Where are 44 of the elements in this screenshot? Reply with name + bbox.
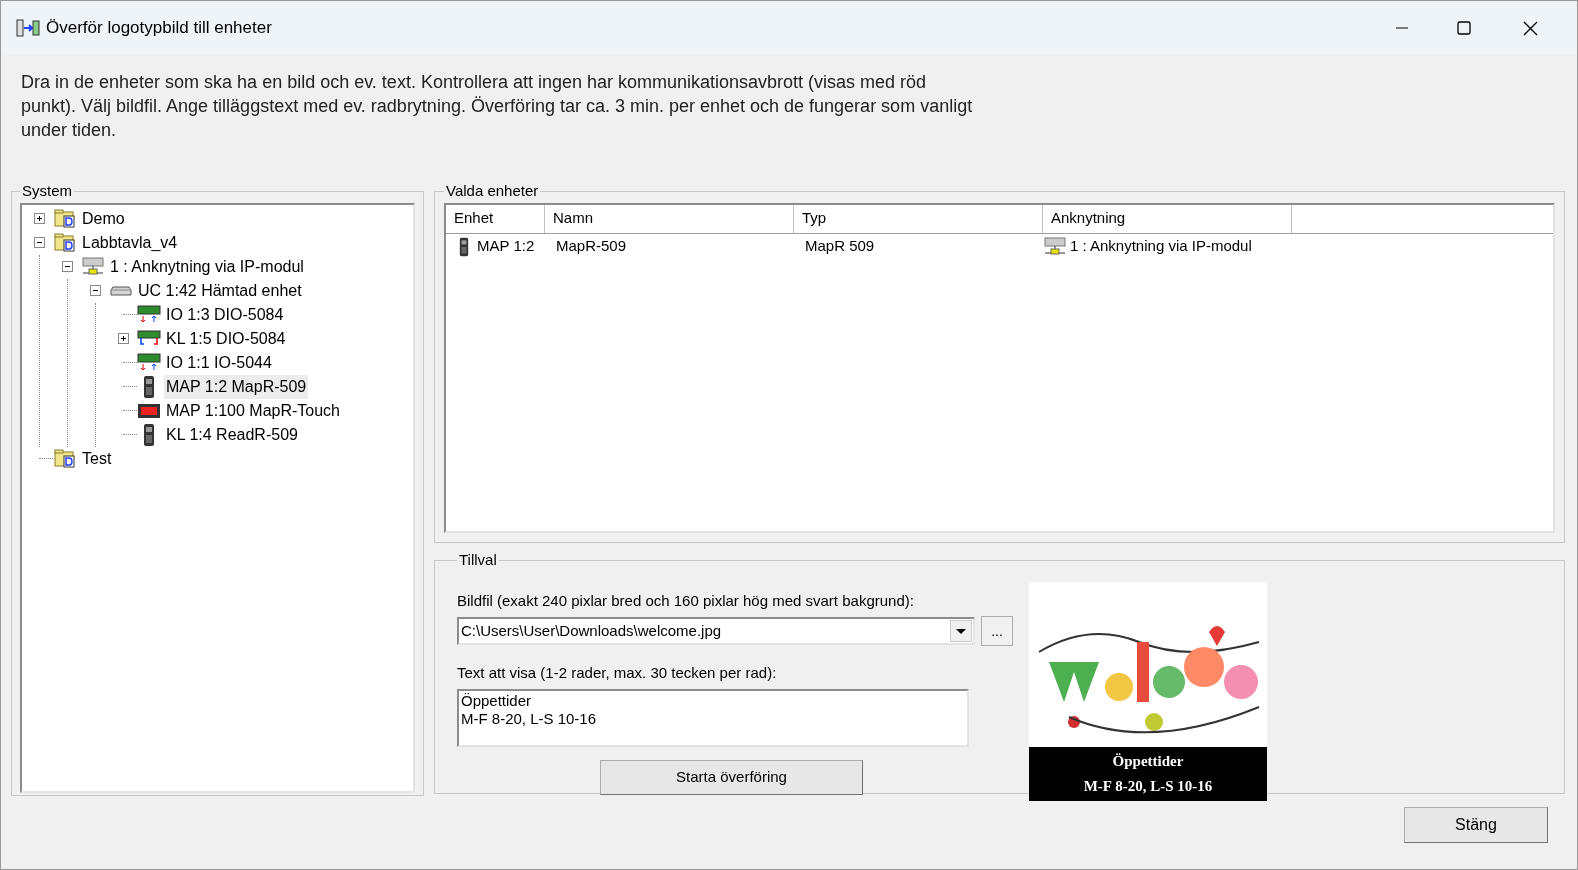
column-header[interactable]: Typ (794, 204, 1043, 233)
tree-item[interactable]: MAP 1:100 MapR-Touch (164, 398, 342, 423)
table-cell-text: 1 : Anknytning via IP-modul (1070, 236, 1252, 257)
caption-line: M-F 8-20, L-S 10-16 (1083, 776, 1213, 796)
group-title: Valda enheter (445, 181, 540, 201)
field-label: Text att visa (1-2 rader, max. 30 tecken per rad): (457, 663, 778, 683)
browse-button[interactable]: ... (981, 616, 1013, 646)
table-cell-text: MapR-509 (556, 236, 627, 257)
app-icon (16, 19, 40, 37)
tree-item[interactable]: 1 : Anknytning via IP-modul (108, 254, 306, 279)
column-header[interactable]: Namn (545, 204, 794, 233)
start-transfer-button[interactable]: Starta överföring (600, 759, 863, 795)
collapse-icon[interactable] (90, 285, 101, 296)
collapse-icon[interactable] (34, 237, 45, 248)
tree-item[interactable]: Demo (80, 206, 127, 231)
tree-item[interactable]: UC 1:42 Hämtad enhet (136, 278, 304, 303)
group-title: Tillval (458, 550, 498, 570)
tree-item[interactable]: Labbtavla_v4 (80, 230, 180, 255)
expand-icon[interactable] (34, 213, 45, 224)
file-dropdown[interactable]: C:\Users\User\Downloads\welcome.jpg (457, 617, 975, 645)
tree-item[interactable]: MAP 1:2 MapR-509 (164, 374, 309, 399)
tree-item[interactable]: KL 1:4 ReadR-509 (164, 422, 300, 447)
expand-icon[interactable] (118, 333, 129, 344)
column-header[interactable]: Enhet (446, 204, 545, 233)
close-button[interactable]: Stäng (1404, 807, 1548, 843)
maximize-icon[interactable] (1457, 21, 1471, 35)
tree-item[interactable]: KL 1:5 DIO-5084 (164, 326, 288, 351)
tree-item[interactable]: Test (80, 446, 114, 471)
caption-line: Öppettider (1112, 751, 1184, 771)
folder-icon (53, 446, 77, 471)
table-cell-text: MAP 1:2 (477, 236, 535, 257)
group-title: System (21, 181, 73, 201)
column-header[interactable]: Anknytning (1043, 204, 1292, 233)
field-label: Bildfil (exakt 240 pixlar bred och 160 pixlar hög med svart bakgrund): (457, 590, 915, 611)
tree-item[interactable]: IO 1:3 DIO-5084 (164, 302, 286, 327)
text-field[interactable]: Öppettider M-F 8-20, L-S 10-16 (457, 688, 969, 747)
window-title: Överför logotypbild till enheter (46, 17, 272, 40)
close-icon[interactable] (1523, 20, 1538, 36)
collapse-icon[interactable] (62, 261, 73, 272)
instructions-text: Dra in de enheter som ska ha en bild och ev. text. Kontrollera att ingen har kommunikationsavbrott (visas med röd punkt). Välj bildfil. Ange tilläggstext med ev. radbrytning. Överföring tar ca. 3 min. per enhet och de fungerar som vanligt under tiden. (21, 71, 974, 142)
table-cell-text: MapR 509 (805, 236, 875, 257)
folder-icon (53, 206, 77, 231)
tree-item[interactable]: IO 1:1 IO-5044 (164, 350, 274, 375)
folder-icon (53, 230, 77, 255)
